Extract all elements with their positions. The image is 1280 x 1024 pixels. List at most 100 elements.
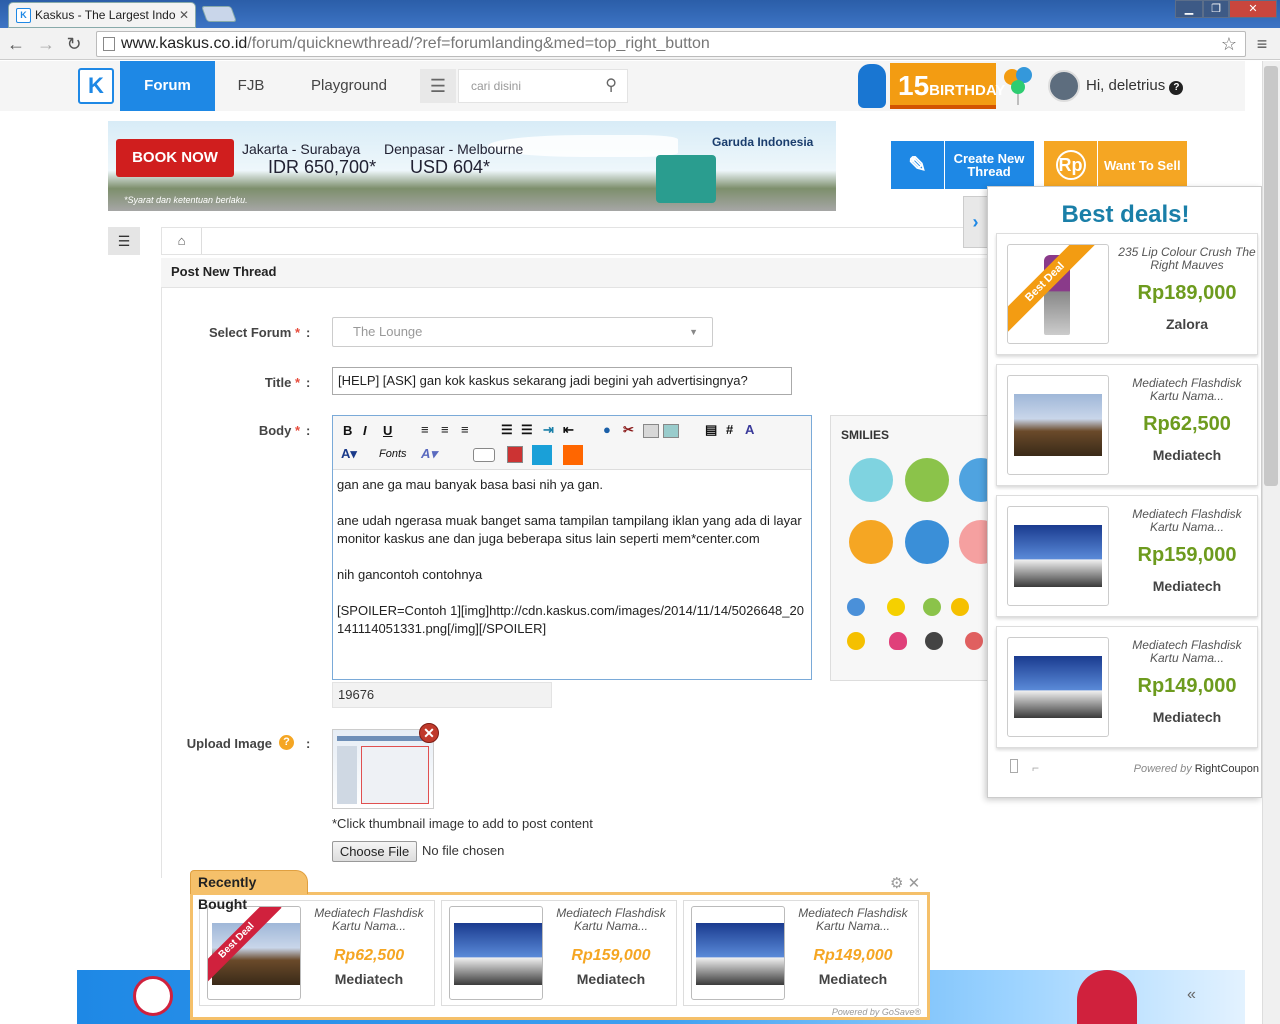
bold-button[interactable]: B bbox=[343, 423, 352, 438]
search-icon[interactable]: ⚲ bbox=[605, 70, 617, 102]
nav-playground[interactable]: Playground bbox=[300, 61, 398, 111]
recently-bought-box: Best Deal Mediatech Flashdisk Kartu Nama… bbox=[190, 892, 930, 1020]
choose-file-button[interactable]: Choose File bbox=[332, 841, 417, 862]
spoiler-icon[interactable] bbox=[473, 448, 495, 462]
small-smiley-icon[interactable] bbox=[887, 598, 905, 616]
create-new-thread-button[interactable]: ✎ Create New Thread bbox=[891, 141, 1034, 189]
smiley-icon[interactable] bbox=[849, 520, 893, 564]
deal-card[interactable]: Mediatech Flashdisk Kartu Nama... Rp159,… bbox=[996, 495, 1258, 617]
underline-button[interactable]: U bbox=[383, 423, 392, 438]
maximize-button[interactable]: ❐ bbox=[1203, 0, 1229, 18]
menu-icon[interactable]: ≡ bbox=[1250, 32, 1274, 56]
image-icon[interactable] bbox=[663, 424, 679, 438]
strike-icon[interactable]: A bbox=[745, 422, 754, 437]
align-right-icon[interactable]: ≡ bbox=[461, 422, 469, 437]
youtube-icon[interactable] bbox=[507, 446, 523, 463]
birthday-label: BIRTHDAY bbox=[929, 82, 1006, 99]
birthday-number: 15 bbox=[898, 70, 930, 101]
birthday-badge[interactable]: 15BIRTHDAY bbox=[890, 63, 1005, 109]
browser-tab[interactable]: K Kaskus - The Largest Indo ✕ bbox=[8, 2, 196, 28]
ad-banner[interactable]: BOOK NOW Jakarta - Surabaya IDR 650,700*… bbox=[108, 121, 836, 211]
small-smiley-icon[interactable] bbox=[925, 632, 943, 650]
quote-icon[interactable] bbox=[643, 424, 659, 438]
recent-card[interactable]: Mediatech Flashdisk Kartu Nama... Rp159,… bbox=[441, 900, 677, 1006]
font-color-icon[interactable]: A▾ bbox=[341, 446, 357, 462]
vimeo-icon[interactable] bbox=[532, 445, 552, 465]
smilies-panel: SMILIES bbox=[830, 415, 1003, 681]
body-editor[interactable]: B I U ≡ ≡ ≡ ☰ ☰ ⇥ ⇤ ● ✂ ▤ # A A▾ Fonts A… bbox=[332, 415, 812, 680]
body-line: [SPOILER=Contoh 1][img]http://cdn.kaskus… bbox=[337, 603, 804, 636]
deal-price: Rp62,500 bbox=[1143, 413, 1231, 435]
smiley-icon[interactable] bbox=[905, 458, 949, 502]
search-input[interactable]: cari disini ⚲ bbox=[458, 69, 628, 103]
bookmark-star-icon[interactable]: ☆ bbox=[1221, 32, 1237, 56]
minimize-button[interactable]: ▁ bbox=[1175, 0, 1203, 18]
kaskus-logo[interactable]: K bbox=[78, 68, 114, 104]
collapse-deals-icon[interactable]: › bbox=[963, 196, 987, 248]
user-greeting[interactable]: Hi, deletrius ? bbox=[1086, 61, 1184, 111]
select-forum-label: Select Forum * bbox=[208, 325, 300, 340]
small-smiley-icon[interactable] bbox=[847, 598, 865, 616]
want-to-sell-button[interactable]: Rp Want To Sell bbox=[1044, 141, 1187, 189]
address-bar[interactable]: www.kaskus.co.id/forum/quicknewthread/?r… bbox=[96, 31, 1246, 57]
deal-store: Zalora bbox=[1165, 316, 1208, 332]
list-menu-icon[interactable]: ☰ bbox=[420, 69, 456, 103]
smiley-icon[interactable] bbox=[849, 458, 893, 502]
deal-name: Mediatech Flashdisk Kartu Nama... bbox=[1132, 507, 1242, 534]
align-center-icon[interactable]: ≡ bbox=[441, 422, 449, 437]
new-tab-button[interactable] bbox=[201, 6, 237, 22]
gear-icon[interactable]: ⚙ ✕ bbox=[890, 874, 920, 892]
hash-icon[interactable]: # bbox=[726, 422, 733, 437]
indent-icon[interactable]: ⇥ bbox=[543, 422, 554, 438]
code-icon[interactable]: ▤ bbox=[705, 422, 717, 438]
sidebar-toggle-icon[interactable]: ☰ bbox=[108, 227, 140, 255]
link-icon[interactable]: ● bbox=[603, 422, 611, 437]
scrollbar-thumb[interactable] bbox=[1264, 66, 1278, 486]
nav-forum[interactable]: Forum bbox=[120, 61, 215, 111]
forum-select[interactable]: The Lounge ▼ bbox=[332, 317, 713, 347]
small-smiley-icon[interactable] bbox=[965, 632, 983, 650]
heart-icon[interactable] bbox=[889, 632, 907, 650]
close-window-button[interactable]: ✕ bbox=[1229, 0, 1277, 18]
help-icon[interactable]: ? bbox=[1169, 81, 1184, 95]
help-icon[interactable]: ? bbox=[279, 735, 294, 750]
nav-fjb[interactable]: FJB bbox=[225, 61, 277, 111]
book-now-button[interactable]: BOOK NOW bbox=[116, 139, 234, 177]
small-smiley-icon[interactable] bbox=[847, 632, 865, 650]
unlink-icon[interactable]: ✂ bbox=[623, 422, 634, 438]
recent-card[interactable]: Best Deal Mediatech Flashdisk Kartu Nama… bbox=[199, 900, 435, 1006]
forward-arrow-icon[interactable]: → bbox=[34, 32, 58, 56]
fonts-dropdown[interactable]: Fonts bbox=[379, 448, 407, 460]
info-icon[interactable] bbox=[1010, 759, 1018, 773]
deal-card[interactable]: Mediatech Flashdisk Kartu Nama... Rp149,… bbox=[996, 626, 1258, 748]
font-size-icon[interactable]: A▾ bbox=[421, 446, 437, 462]
back-arrow-icon[interactable]: ← bbox=[4, 32, 28, 56]
deal-card[interactable]: Mediatech Flashdisk Kartu Nama... Rp62,5… bbox=[996, 364, 1258, 486]
reload-icon[interactable]: ↻ bbox=[62, 32, 86, 56]
close-tab-icon[interactable]: ✕ bbox=[179, 3, 189, 27]
collapse-banner-icon[interactable]: « bbox=[1187, 986, 1196, 1004]
recent-card[interactable]: Mediatech Flashdisk Kartu Nama... Rp149,… bbox=[683, 900, 919, 1006]
close-icon[interactable]: ⌐ bbox=[1032, 761, 1039, 775]
small-smiley-icon[interactable] bbox=[951, 598, 969, 616]
delete-thumbnail-icon[interactable]: ✕ bbox=[419, 723, 439, 743]
garuda-logo: Garuda Indonesia bbox=[712, 135, 814, 149]
home-icon[interactable]: ⌂ bbox=[162, 228, 202, 254]
align-left-icon[interactable]: ≡ bbox=[421, 422, 429, 437]
recent-price: Rp159,000 bbox=[571, 947, 651, 964]
smiley-icon[interactable] bbox=[905, 520, 949, 564]
soundcloud-icon[interactable] bbox=[563, 445, 583, 465]
title-input[interactable]: [HELP] [ASK] gan kok kaskus sekarang jad… bbox=[332, 367, 792, 395]
bullet-list-icon[interactable]: ☰ bbox=[501, 422, 513, 438]
small-smiley-icon[interactable] bbox=[923, 598, 941, 616]
banner-note: *Syarat dan ketentuan berlaku. bbox=[124, 195, 248, 205]
uploaded-thumbnail[interactable] bbox=[332, 729, 434, 809]
italic-button[interactable]: I bbox=[363, 423, 367, 438]
numbered-list-icon[interactable]: ☰ bbox=[521, 422, 533, 438]
body-line: ane udah ngerasa muak banget sama tampil… bbox=[337, 513, 802, 546]
colon: : bbox=[306, 375, 311, 390]
deal-card[interactable]: Best Deal 235 Lip Colour Crush The Right… bbox=[996, 233, 1258, 355]
avatar[interactable] bbox=[1048, 70, 1080, 102]
body-text[interactable]: gan ane ga mau banyak basa basi nih ya g… bbox=[337, 476, 807, 638]
outdent-icon[interactable]: ⇤ bbox=[563, 422, 574, 438]
